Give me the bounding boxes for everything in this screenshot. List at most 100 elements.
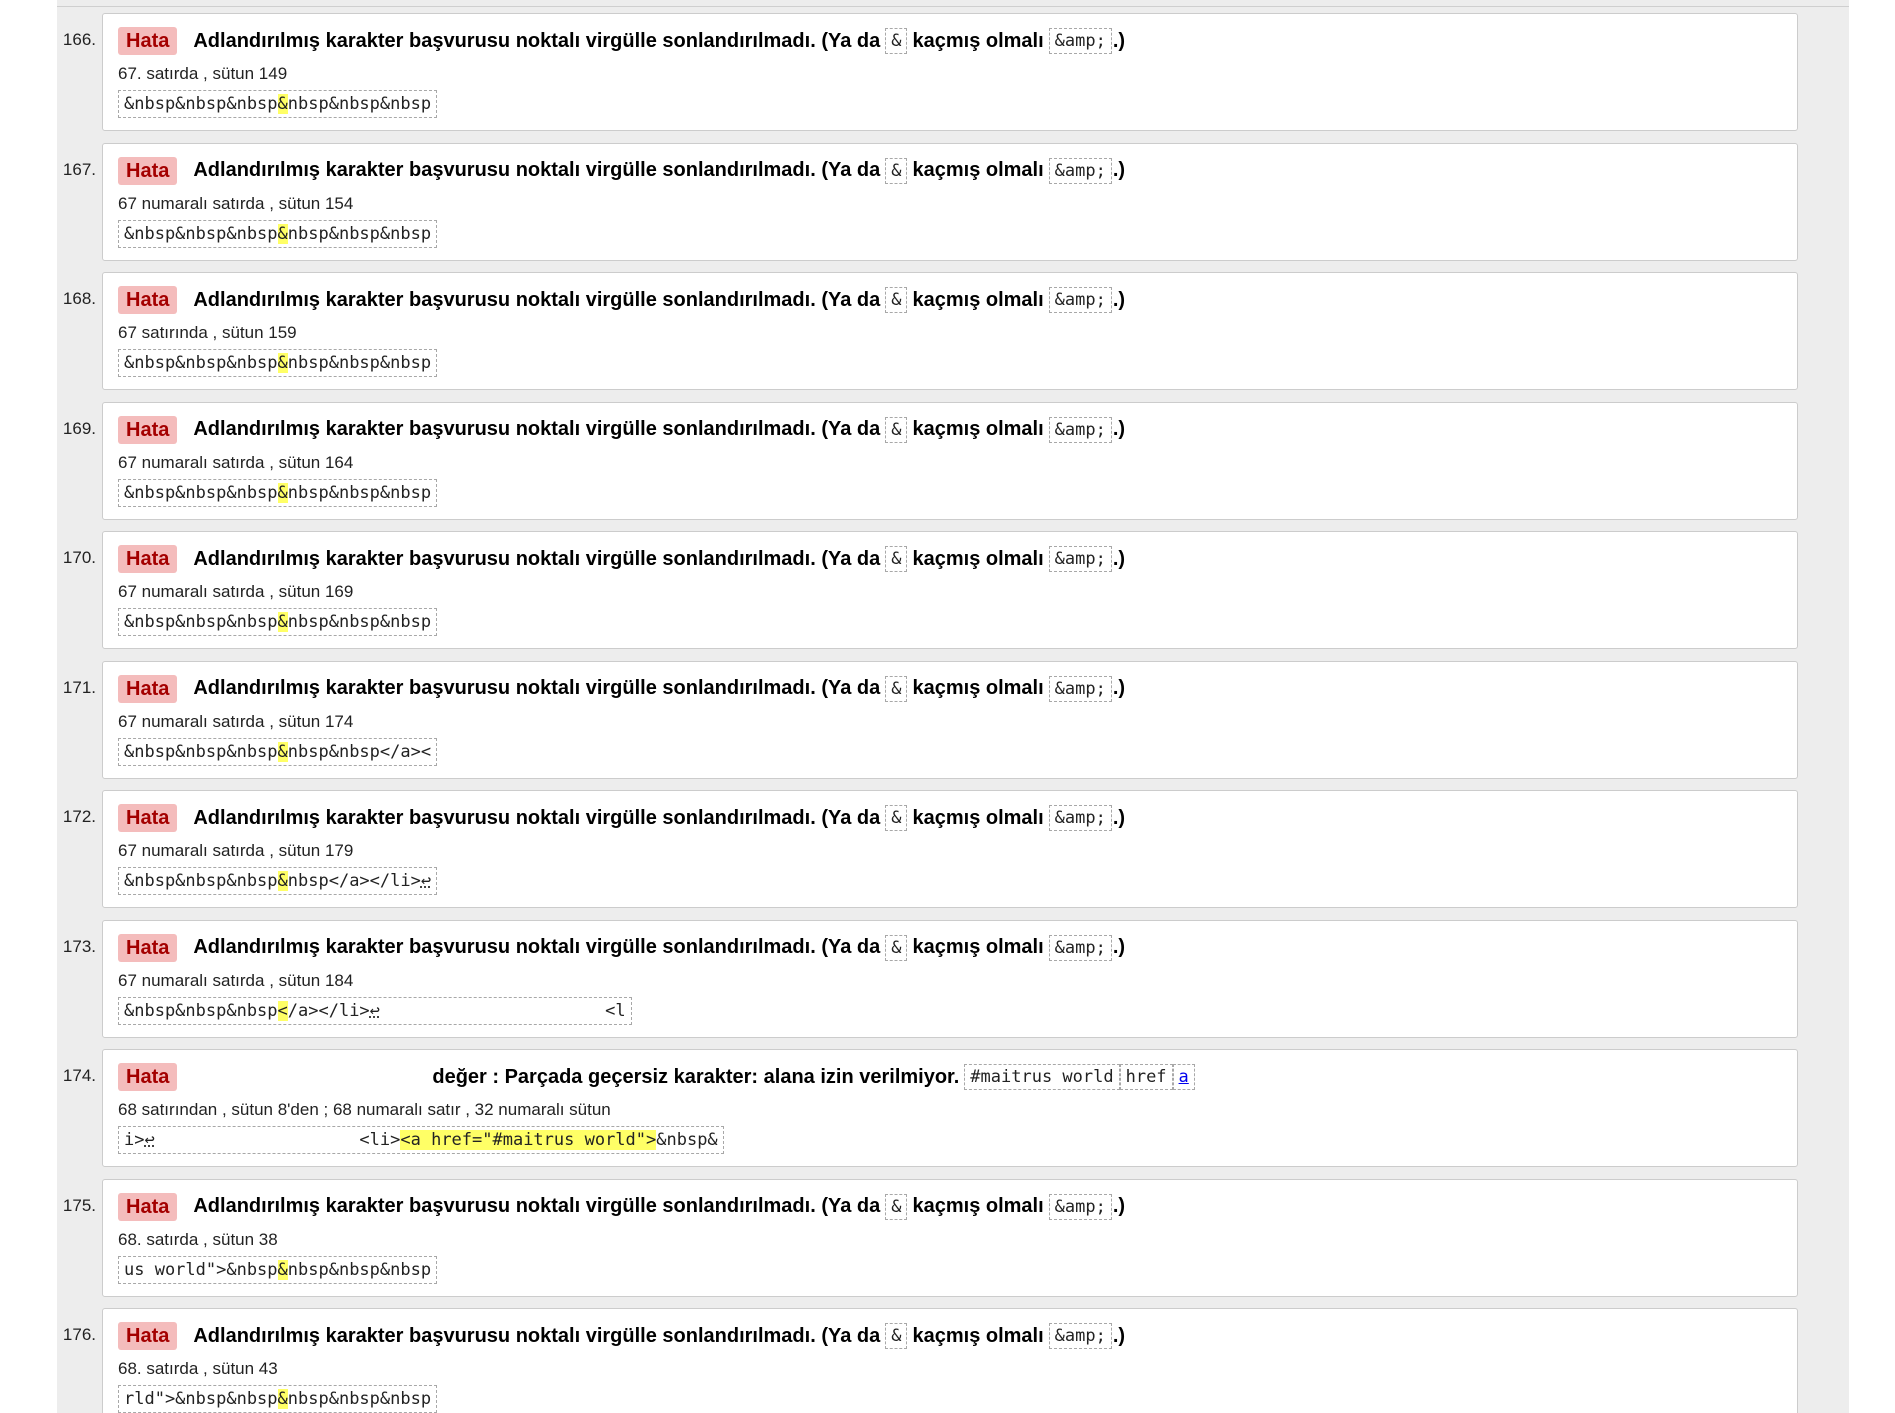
message-text-cont: kaçmış olmalı [912, 677, 1044, 699]
extract-text: nbsp&nbsp</a>< [287, 741, 432, 762]
message-punct: .) [1112, 677, 1126, 699]
message-headline: Hata Adlandırılmış karakter başvurusu no… [118, 415, 1125, 445]
message-item: 170. Hata Adlandırılmış karakter başvuru… [57, 531, 1849, 661]
message-item: 173. Hata Adlandırılmış karakter başvuru… [57, 919, 1849, 1050]
code-extract: &nbsp&nbsp&nbsp&nbsp&nbsp</a>< [118, 737, 438, 766]
message-number: 169. [62, 418, 96, 438]
extract-text: nbsp&nbsp&nbsp [287, 482, 432, 503]
error-badge: Hata [118, 156, 178, 185]
message-text: Adlandırılmış karakter başvurusu noktalı… [193, 1195, 881, 1217]
message-punct: .) [1112, 547, 1126, 570]
message-punct: .) [1112, 288, 1126, 311]
message-location: 68. satırda , sütun 38 [118, 1229, 278, 1249]
message-location: 67 numaralı satırda , sütun 184 [118, 970, 354, 990]
message-location: 67 numaralı satırda , sütun 174 [118, 711, 354, 731]
code-amp-entity: &amp; [1048, 287, 1112, 313]
message-item: 176. Hata Adlandırılmış karakter başvuru… [57, 1308, 1849, 1413]
code-amp-entity: &amp; [1048, 675, 1112, 702]
message-number: 174. [62, 1066, 96, 1085]
code-ampersand: & [885, 157, 908, 184]
extract-text: &nbsp&nbsp&nbsp [124, 1000, 278, 1021]
extract-text: &nbsp&nbsp&nbsp [124, 223, 278, 244]
extract-text: nbsp&nbsp&nbsp [287, 1389, 432, 1409]
code-amp-entity: &amp; [1048, 157, 1112, 184]
code-ampersand: & [885, 546, 908, 572]
message-item: 167. Hata Adlandırılmış karakter başvuru… [57, 142, 1849, 273]
message-location: 67 numaralı satırda , sütun 154 [118, 193, 354, 213]
return-arrow-icon: ↩ [144, 1130, 155, 1150]
code-extract: rld">&nbsp&nbsp&nbsp&nbsp&nbsp [118, 1385, 438, 1413]
code-extract: &nbsp&nbsp&nbsp&nbsp&nbsp&nbsp [118, 478, 438, 507]
extract-text: i> [124, 1130, 145, 1150]
code-extract: &nbsp&nbsp&nbsp&nbsp</a></li>↩ [118, 867, 438, 895]
message-location: 67 numaralı satırda , sütun 169 [118, 582, 354, 601]
message-text: Adlandırılmış karakter başvurusu noktalı… [193, 29, 881, 52]
extract-text: us world">&nbsp [124, 1259, 278, 1280]
error-badge: Hata [118, 286, 178, 314]
message-headline: Hata Adlandırılmış karakter başvurusu no… [118, 1321, 1125, 1351]
message-number: 175. [62, 1195, 96, 1215]
message-text: Adlandırılmış karakter başvurusu noktalı… [193, 806, 881, 829]
return-arrow-icon: ↩ [369, 1000, 380, 1021]
message-text-cont: kaçmış olmalı [912, 1324, 1044, 1347]
error-badge: Hata [118, 415, 178, 444]
message-headline: Hata Adlandırılmış karakter başvurusu no… [118, 544, 1125, 574]
message-headline: Hata Adlandırılmış karakter başvurusu no… [118, 26, 1125, 56]
code-element-link[interactable]: a [1172, 1064, 1195, 1090]
extract-text: nbsp&nbsp&nbsp [287, 94, 432, 114]
message-text: Adlandırılmış karakter başvurusu noktalı… [193, 418, 881, 440]
extract-text: <l [379, 1000, 626, 1021]
message-punct: .) [1112, 418, 1126, 440]
message-item: 174. Hata değer : Parçada geçersiz karak… [57, 1049, 1849, 1179]
error-badge: Hata [118, 1322, 178, 1350]
message-number: 172. [62, 807, 96, 826]
extract-highlight: & [277, 353, 288, 373]
extract-highlight: & [277, 482, 288, 503]
extract-text: nbsp&nbsp&nbsp [287, 1259, 432, 1280]
message-number: 171. [62, 677, 96, 697]
error-badge: Hata [118, 545, 178, 573]
code-amp-entity: &amp; [1048, 1323, 1112, 1349]
code-extract: &nbsp&nbsp&nbsp&nbsp&nbsp&nbsp [118, 219, 438, 248]
message-location: 67 numaralı satırda , sütun 164 [118, 452, 354, 472]
message-text-cont: kaçmış olmalı [912, 1195, 1044, 1217]
code-ampersand: & [885, 675, 908, 702]
message-item: 172. Hata Adlandırılmış karakter başvuru… [57, 790, 1849, 920]
message-card: Hata Adlandırılmış karakter başvurusu no… [102, 142, 1798, 261]
message-text: değer : Parçada geçersiz karakter: alana… [432, 1065, 960, 1088]
code-attribute-name: href [1119, 1064, 1173, 1090]
code-amp-entity: &amp; [1048, 416, 1112, 443]
extract-highlight: & [277, 94, 288, 114]
extract-text: rld">&nbsp&nbsp [124, 1389, 278, 1409]
error-badge: Hata [118, 674, 178, 703]
code-amp-entity: &amp; [1048, 1193, 1112, 1220]
extract-text: &nbsp&nbsp&nbsp [124, 94, 278, 114]
message-card: Hata Adlandırılmış karakter başvurusu no… [102, 660, 1798, 779]
message-text: Adlandırılmış karakter başvurusu noktalı… [193, 288, 881, 311]
code-ampersand: & [885, 1323, 908, 1349]
message-text-cont: kaçmış olmalı [912, 547, 1044, 570]
code-extract: &nbsp&nbsp&nbsp&nbsp&nbsp&nbsp [118, 608, 438, 636]
extract-text: &nbsp&nbsp&nbsp [124, 353, 278, 373]
message-card: Hata Adlandırılmış karakter başvurusu no… [102, 531, 1798, 649]
message-card: Hata Adlandırılmış karakter başvurusu no… [102, 401, 1798, 520]
message-text-cont: kaçmış olmalı [912, 418, 1044, 440]
message-item: 166. Hata Adlandırılmış karakter başvuru… [57, 13, 1849, 143]
code-extract: &nbsp&nbsp&nbsp</a></li>↩ <l [118, 996, 632, 1025]
message-item: 175. Hata Adlandırılmış karakter başvuru… [57, 1178, 1849, 1309]
message-headline: Hata Adlandırılmış karakter başvurusu no… [118, 285, 1125, 315]
message-card: Hata Adlandırılmış karakter başvurusu no… [102, 1308, 1798, 1413]
message-text-cont: kaçmış olmalı [912, 936, 1044, 958]
message-number: 168. [62, 289, 96, 308]
code-extract: &nbsp&nbsp&nbsp&nbsp&nbsp&nbsp [118, 90, 438, 118]
message-location: 68. satırda , sütun 43 [118, 1359, 278, 1378]
extract-text: &nbsp&nbsp&nbsp [124, 871, 278, 891]
message-location: 67 numaralı satırda , sütun 179 [118, 841, 354, 860]
message-headline: Hata değer : Parçada geçersiz karakter: … [118, 1062, 1200, 1092]
code-amp-entity: &amp; [1048, 805, 1112, 831]
message-number: 166. [62, 30, 96, 49]
message-text-cont: kaçmış olmalı [912, 159, 1044, 181]
error-badge: Hata [118, 1063, 178, 1091]
code-ampersand: & [885, 1193, 908, 1220]
extract-text: &nbsp& [656, 1130, 718, 1150]
